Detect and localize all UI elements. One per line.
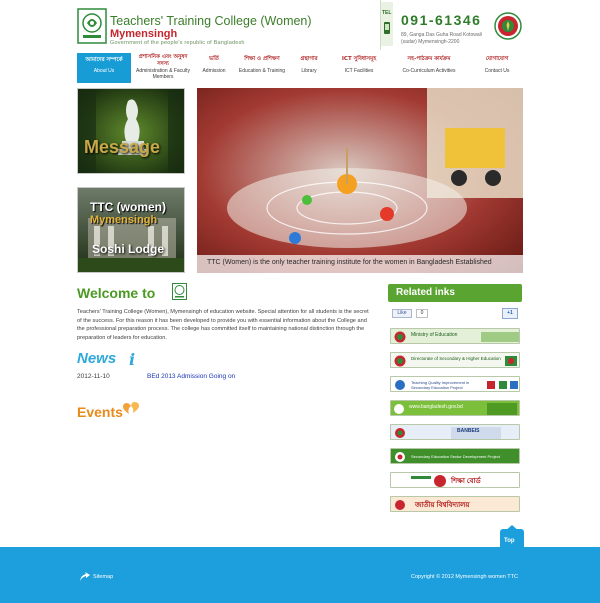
nav-item-administration[interactable]: প্রশাসনিক এবং অনুষদ সদস্য Administration… [133,53,193,83]
slider-caption-text: TTC (Women) is the only teacher training… [207,259,492,266]
tel-strip: TEL [381,2,393,46]
link-text: www.bangladesh.gov.bd [409,404,463,410]
events-heart-icon [123,402,139,414]
news-date: 2012-11-10 [77,373,110,380]
college-city: Mymensingh [110,28,178,40]
college-logo-small [172,283,187,300]
link-text: Directorate of Secondary & Higher Educat… [411,356,501,361]
ttc-lodge: Soshi Lodge [92,242,164,256]
google-plus-one-button[interactable]: +1 [502,308,518,319]
ttc-promo[interactable]: TTC (women) Mymensingh Soshi Lodge [77,187,185,273]
link-text: জাতীয় বিশ্ববিদ্যালয় [415,502,470,509]
link-teqip[interactable]: Teaching Quality Improvement in Secondar… [390,376,520,392]
main-nav: আমাদের সম্পর্কে About Us প্রশাসনিক এবং অ… [77,53,523,83]
nav-label-en: About Us [93,68,115,74]
government-tagline: Government of the people's republic of B… [110,40,245,46]
nav-item-library[interactable]: গ্রন্থাগার Library [291,53,327,83]
news-link[interactable]: BEd 2013 Admission Going on [147,373,235,380]
nav-label-en: Co-Curriculum Activities [402,68,456,74]
nav-label-en: Admission [202,68,226,74]
government-seal-icon [494,12,522,40]
statue-image [78,89,184,173]
link-text: শিক্ষা বোর্ড [451,478,481,485]
link-dshe[interactable]: Directorate of Secondary & Higher Educat… [390,352,520,368]
contact-box: TEL 091-61346 89, Ganga Das Guha Road Ko… [380,0,490,50]
nav-label-bn: যোগাযোগ [485,56,509,62]
nav-label-bn: শিক্ষা ও প্রশিক্ষণ [244,56,280,62]
welcome-text: Teachers' Training College (Women), Myme… [77,309,369,341]
welcome-heading: Welcome to [77,285,156,301]
message-label: Message [84,137,161,157]
link-sesdp[interactable]: Secondary Education Sector Development P… [390,448,520,464]
share-bar: Like 0 +1 [392,308,518,320]
facebook-like-count: 0 [416,309,428,318]
nav-label-bn: আমাদের সম্পর্কে [85,57,123,63]
nav-item-education-training[interactable]: শিক্ষা ও প্রশিক্ষণ Education & Training [233,53,291,83]
info-icon: i [129,350,136,369]
college-name: Teachers' Training College (Women) [110,14,312,28]
link-text: BANBEIS [457,428,480,434]
link-ministry-of-education[interactable]: Ministry of Education [390,328,520,344]
copyright-text: Copyright © 2012 Mymensingh women TTC [411,574,518,580]
sitemap-icon [80,572,90,581]
nav-label-bn: গ্রন্থাগার [300,56,318,62]
nav-item-admission[interactable]: ভর্তি Admission [195,53,233,83]
nav-item-co-curriculum[interactable]: সহ-পাঠক্রম কার্যক্রম Co-Curriculum Activ… [389,53,469,83]
nav-item-about-us[interactable]: আমাদের সম্পর্কে About Us [77,53,131,83]
address-line-1: 89, Ganga Das Guha Road Kotowali [401,32,482,38]
link-text: Secondary Education Sector Development P… [411,454,500,459]
nav-label-en: Education & Training [238,68,286,74]
related-links-header: Related inks [388,284,522,302]
link-text: Teaching Quality Improvement in Secondar… [411,380,470,390]
college-logo[interactable] [77,8,107,44]
message-promo[interactable]: Message [77,88,185,174]
nav-label-bn: সহ-পাঠক্রম কার্যক্রম [407,56,451,62]
ttc-title: TTC (women) [90,200,166,214]
nav-label-bn: প্রশাসনিক এবং অনুষদ সদস্য [138,54,188,67]
facebook-like-button[interactable]: Like [392,309,412,318]
nav-label-en: Library [301,68,317,74]
events-heading: Events [77,404,123,420]
sitemap-link[interactable]: Sitemap [93,574,113,580]
banbeis-banner-art [391,425,519,439]
link-banbeis[interactable]: BANBEIS [390,424,520,440]
nav-label-en: Contact Us [484,68,510,74]
nav-label-en: Administration & Faculty Members [136,68,190,80]
tel-label: TEL [382,10,392,16]
link-education-board[interactable]: শিক্ষা বোর্ড [390,472,520,488]
address-line-2: (sadar) Mymensingh-2200 [401,39,460,45]
ttc-city: Mymensingh [90,214,158,226]
top-label: Top [504,538,515,544]
phone-number: 091-61346 [401,12,482,28]
site-header: Teachers' Training College (Women) Mymen… [0,0,600,52]
nav-item-contact-us[interactable]: যোগাযোগ Contact Us [471,53,523,83]
slider-image [197,88,523,273]
nav-item-ict-facilities[interactable]: ICT সুবিধাসমূহ ICT Facilities [329,53,389,83]
related-links-title: Related inks [396,287,455,298]
news-heading: News [77,350,117,367]
page: Teachers' Training College (Women) Mymen… [0,0,600,603]
back-to-top-button[interactable]: Top [500,525,524,549]
link-bangladesh-gov[interactable]: www.bangladesh.gov.bd [390,400,520,416]
hero-slider[interactable]: TTC (Women) is the only teacher training… [197,88,523,273]
top-arrow-icon [504,525,520,532]
link-national-university[interactable]: জাতীয় বিশ্ববিদ্যালয় [390,496,520,512]
link-text: Ministry of Education [411,332,458,338]
nav-label-en: ICT Facilities [344,68,374,74]
slider-caption: TTC (Women) is the only teacher training… [197,255,523,273]
phone-icon [384,22,390,34]
nav-label-bn: ICT সুবিধাসমূহ [341,56,377,62]
nav-label-bn: ভর্তি [209,56,219,62]
